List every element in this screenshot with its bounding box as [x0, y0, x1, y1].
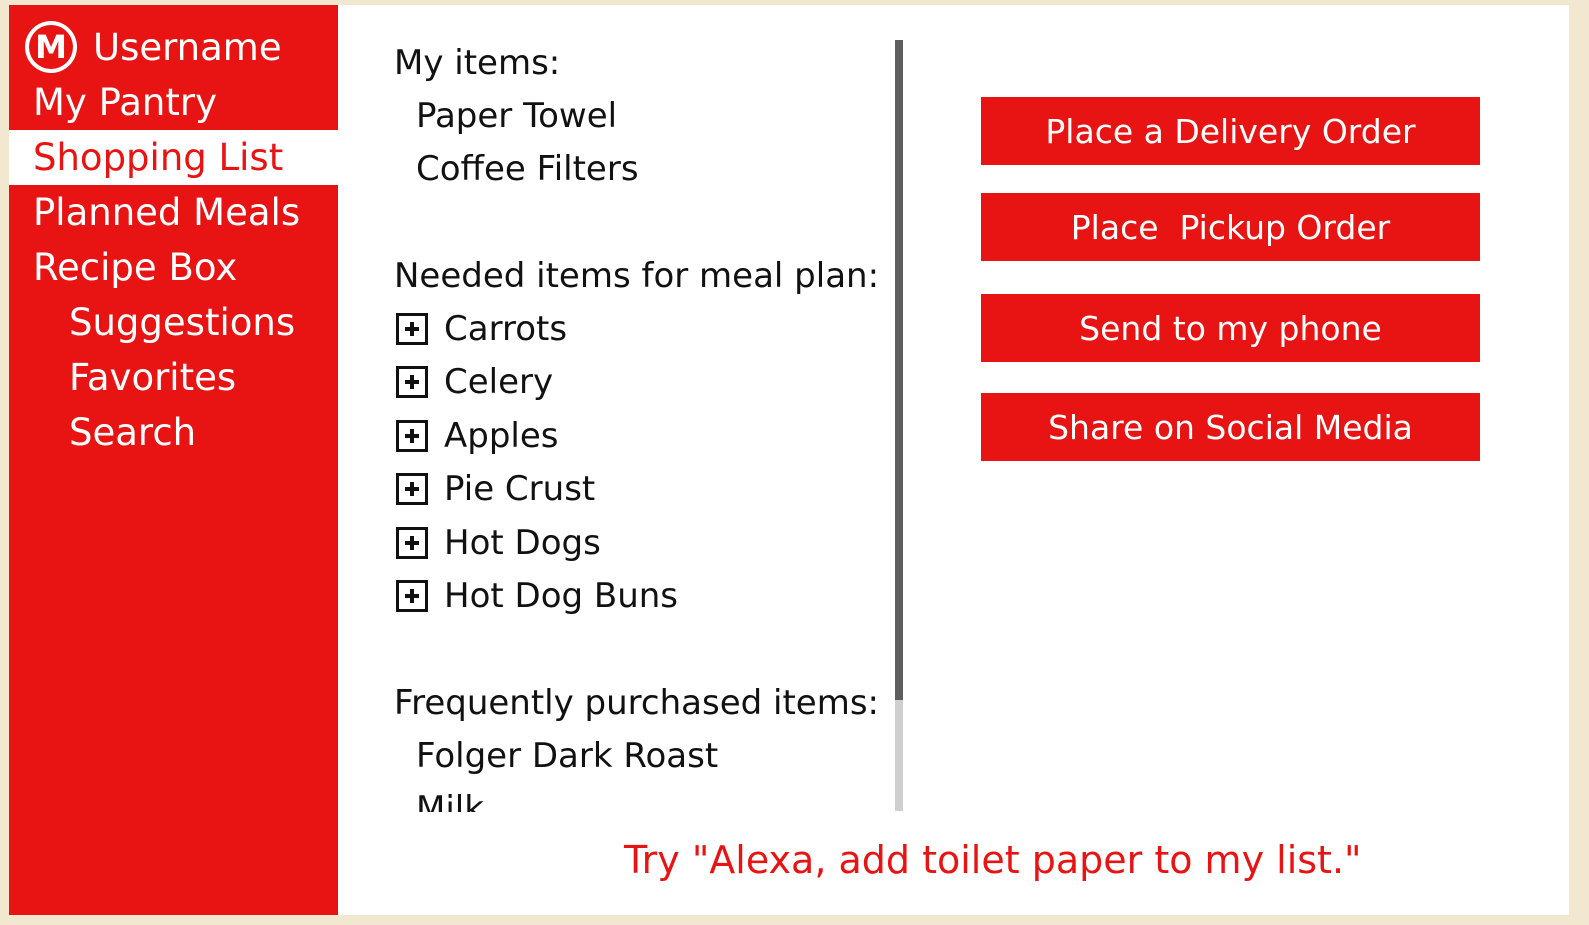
pickup-order-button[interactable]: Place Pickup Order	[981, 193, 1480, 261]
nav-my-pantry[interactable]: My Pantry	[9, 75, 338, 130]
meal-plan-item-label: Pie Crust	[444, 469, 596, 509]
meal-plan-item-label: Hot Dogs	[444, 523, 601, 563]
nav-suggestions[interactable]: Suggestions	[9, 295, 338, 350]
frequent-heading: Frequently purchased items:	[394, 683, 879, 723]
nav-favorites[interactable]: Favorites	[9, 350, 338, 405]
meal-plan-item: Hot Dogs	[396, 523, 601, 563]
send-to-phone-button[interactable]: Send to my phone	[981, 294, 1480, 362]
logo-letter: M	[29, 25, 73, 69]
meal-plan-item: Hot Dog Buns	[396, 576, 678, 616]
add-item-icon[interactable]	[396, 420, 428, 452]
delivery-order-button[interactable]: Place a Delivery Order	[981, 97, 1480, 165]
nav-label: Suggestions	[69, 301, 296, 344]
meal-plan-item-label: Apples	[444, 416, 559, 456]
share-social-button[interactable]: Share on Social Media	[981, 393, 1480, 461]
app-logo: M	[25, 21, 77, 73]
scrollbar-thumb[interactable]	[895, 40, 903, 700]
meal-plan-heading: Needed items for meal plan:	[394, 256, 880, 296]
nav-label: Planned Meals	[33, 191, 301, 234]
add-item-icon[interactable]	[396, 580, 428, 612]
username-label: Username	[93, 25, 282, 69]
nav-planned-meals[interactable]: Planned Meals	[9, 185, 338, 240]
voice-hint: Try "Alexa, add toilet paper to my list.…	[624, 838, 1362, 882]
sidebar: M Username My Pantry Shopping List Plann…	[9, 5, 338, 915]
nav-label: Search	[69, 411, 197, 454]
shopping-list-pane[interactable]: My items: Paper Towel Coffee Filters Nee…	[394, 37, 894, 812]
my-items-heading: My items:	[394, 43, 561, 83]
meal-plan-item: Carrots	[396, 309, 567, 349]
list-scrollbar[interactable]	[895, 40, 903, 811]
nav-label: Recipe Box	[33, 246, 238, 289]
meal-plan-item-label: Celery	[444, 362, 554, 402]
user-profile[interactable]: M Username	[25, 21, 282, 73]
my-item[interactable]: Coffee Filters	[416, 149, 639, 189]
app-window: M Username My Pantry Shopping List Plann…	[9, 5, 1569, 915]
meal-plan-item: Pie Crust	[396, 469, 595, 509]
frequent-item[interactable]: Milk	[416, 789, 484, 812]
nav-shopping-list[interactable]: Shopping List	[9, 130, 338, 185]
add-item-icon[interactable]	[396, 527, 428, 559]
meal-plan-item: Celery	[396, 362, 553, 402]
nav-label: Favorites	[69, 356, 237, 399]
add-item-icon[interactable]	[396, 366, 428, 398]
nav-label: My Pantry	[33, 81, 217, 124]
nav-recipe-box[interactable]: Recipe Box	[9, 240, 338, 295]
meal-plan-item: Apples	[396, 416, 559, 456]
frequent-item[interactable]: Folger Dark Roast	[416, 736, 718, 776]
nav-search[interactable]: Search	[9, 405, 338, 460]
add-item-icon[interactable]	[396, 313, 428, 345]
nav-label: Shopping List	[33, 136, 284, 179]
meal-plan-item-label: Carrots	[444, 309, 568, 349]
add-item-icon[interactable]	[396, 473, 428, 505]
meal-plan-item-label: Hot Dog Buns	[444, 576, 679, 616]
my-item[interactable]: Paper Towel	[416, 96, 617, 136]
